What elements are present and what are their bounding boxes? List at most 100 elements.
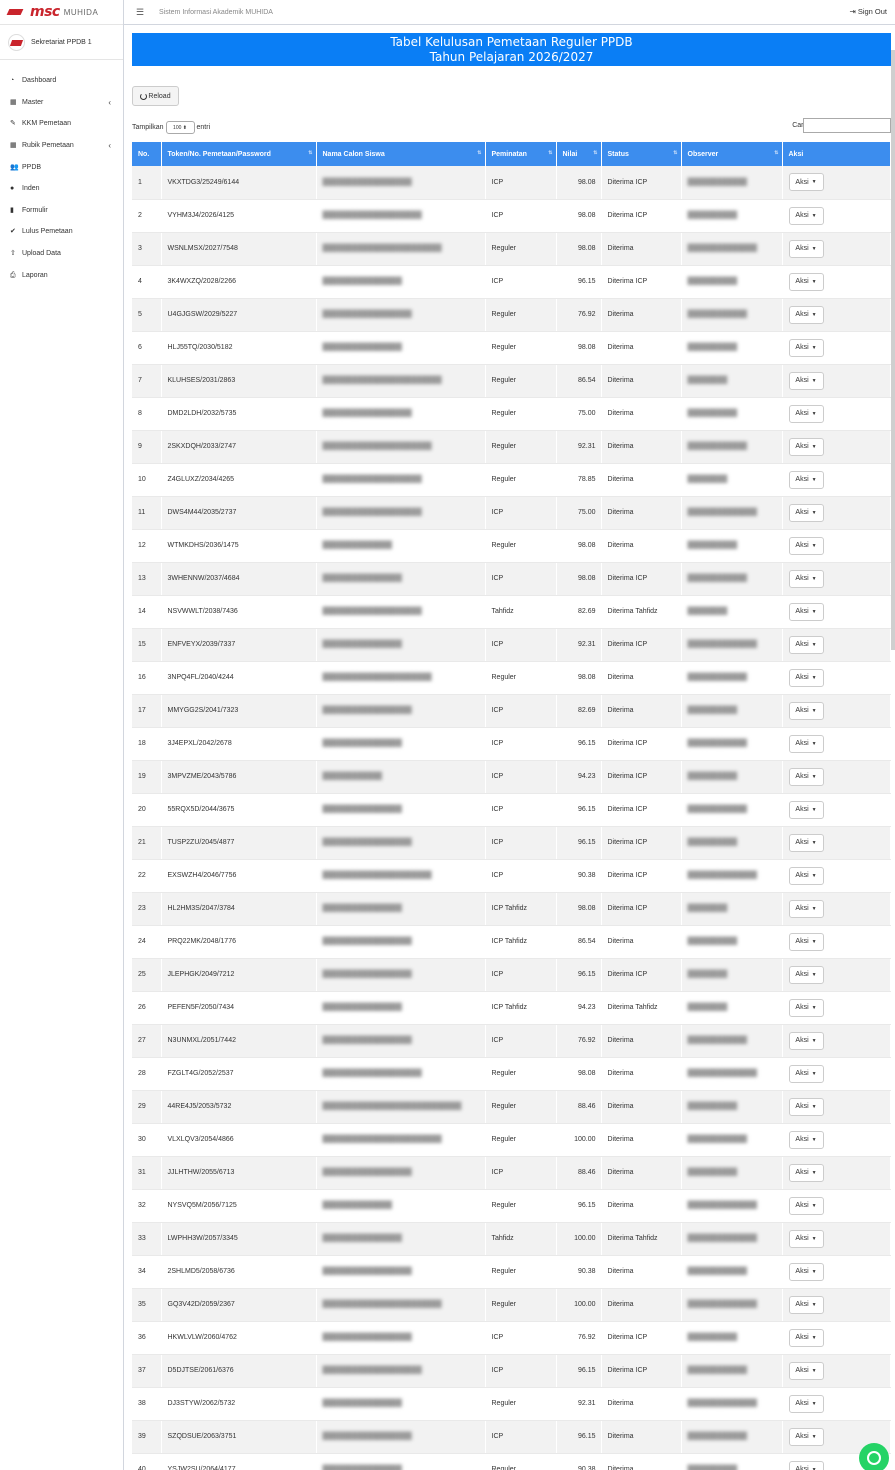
user-panel[interactable]: Sekretariat PPDB 1 bbox=[0, 26, 123, 60]
aksi-dropdown-button[interactable]: Aksi ▼ bbox=[788, 1295, 824, 1314]
aksi-cell: Aksi ▼ bbox=[782, 1057, 891, 1091]
column-header[interactable]: Nilai ⇅ bbox=[556, 142, 602, 166]
peminatan-cell: Reguler bbox=[485, 1189, 557, 1223]
aksi-label: Aksi bbox=[795, 1268, 809, 1275]
search-input[interactable] bbox=[803, 118, 891, 133]
aksi-label: Aksi bbox=[795, 905, 809, 912]
observer-cell: ████████████ bbox=[681, 430, 783, 464]
aksi-dropdown-button[interactable]: Aksi ▼ bbox=[788, 734, 824, 753]
aksi-dropdown-button[interactable]: Aksi ▼ bbox=[788, 272, 824, 291]
aksi-dropdown-button[interactable]: Aksi ▼ bbox=[788, 635, 824, 654]
status-cell: Diterima Tahfidz bbox=[601, 991, 682, 1025]
column-header[interactable]: Observer ⇅ bbox=[681, 142, 783, 166]
token-cell-text: Z4GLUXZ/2034/4265 bbox=[167, 476, 235, 483]
observer-cell: ████████ bbox=[681, 463, 783, 497]
aksi-dropdown-button[interactable]: Aksi ▼ bbox=[788, 569, 824, 588]
aksi-dropdown-button[interactable]: Aksi ▼ bbox=[788, 1097, 824, 1116]
aksi-dropdown-button[interactable]: Aksi ▼ bbox=[788, 668, 824, 687]
peminatan-cell: ICP bbox=[485, 166, 557, 200]
column-header[interactable]: Nama Calon Siswa ⇅ bbox=[316, 142, 486, 166]
aksi-dropdown-button[interactable]: Aksi ▼ bbox=[788, 800, 824, 819]
aksi-dropdown-button[interactable]: Aksi ▼ bbox=[788, 470, 824, 489]
aksi-dropdown-button[interactable]: Aksi ▼ bbox=[788, 1031, 824, 1050]
student-name-cell: ██████████████████ bbox=[316, 1420, 486, 1454]
reload-button[interactable]: Reload bbox=[132, 86, 179, 106]
aksi-dropdown-button[interactable]: Aksi ▼ bbox=[788, 866, 824, 885]
column-header[interactable]: Status ⇅ bbox=[601, 142, 682, 166]
aksi-dropdown-button[interactable]: Aksi ▼ bbox=[788, 1394, 824, 1413]
aksi-dropdown-button[interactable]: Aksi ▼ bbox=[788, 1196, 824, 1215]
aksi-dropdown-button[interactable]: Aksi ▼ bbox=[788, 338, 824, 357]
student-name-cell-text: ██████████████ bbox=[322, 1202, 392, 1209]
student-name-cell-text: ████████████████ bbox=[322, 1466, 402, 1470]
row-number: 18 bbox=[132, 727, 162, 761]
aksi-dropdown-button[interactable]: Aksi ▼ bbox=[788, 701, 824, 720]
row-number: 24 bbox=[132, 925, 162, 959]
sidebar-item-ppdb[interactable]: 👥 PPDB bbox=[0, 156, 123, 178]
status-cell: Diterima bbox=[601, 1255, 682, 1289]
score-cell-text: 96.15 bbox=[577, 806, 596, 813]
aksi-dropdown-button[interactable]: Aksi ▼ bbox=[788, 503, 824, 522]
sidebar-item-dashboard[interactable]: ◔ Dashboard bbox=[0, 70, 123, 92]
aksi-dropdown-button[interactable]: Aksi ▼ bbox=[788, 833, 824, 852]
score-cell-text: 90.38 bbox=[577, 1466, 596, 1470]
score-cell: 96.15 bbox=[556, 1354, 602, 1388]
whatsapp-button[interactable] bbox=[859, 1443, 889, 1470]
aksi-dropdown-button[interactable]: Aksi ▼ bbox=[788, 1328, 824, 1347]
peminatan-cell-text: ICP bbox=[491, 971, 504, 978]
aksi-dropdown-button[interactable]: Aksi ▼ bbox=[788, 1361, 824, 1380]
row-number-text: 3 bbox=[138, 245, 142, 252]
aksi-dropdown-button[interactable]: Aksi ▼ bbox=[788, 371, 824, 390]
sidebar-item-upload-data[interactable]: ⇧ Upload Data bbox=[0, 243, 123, 265]
aksi-dropdown-button[interactable]: Aksi ▼ bbox=[788, 1163, 824, 1182]
aksi-dropdown-button[interactable]: Aksi ▼ bbox=[788, 1064, 824, 1083]
caret-down-icon: ▼ bbox=[811, 575, 817, 582]
sidebar-item-formulir[interactable]: ▮ Formulir bbox=[0, 200, 123, 222]
hamburger-icon[interactable]: ☰ bbox=[136, 7, 146, 18]
aksi-dropdown-button[interactable]: Aksi ▼ bbox=[788, 536, 824, 555]
observer-cell: ██████████ bbox=[681, 397, 783, 431]
aksi-cell: Aksi ▼ bbox=[782, 595, 891, 629]
aksi-dropdown-button[interactable]: Aksi ▼ bbox=[788, 305, 824, 324]
sidebar-item-inden[interactable]: ● Inden bbox=[0, 178, 123, 200]
student-name-cell: ████████████████ bbox=[316, 562, 486, 596]
sort-icon: ⇅ bbox=[308, 150, 312, 156]
aksi-dropdown-button[interactable]: Aksi ▼ bbox=[788, 1229, 824, 1248]
aksi-dropdown-button[interactable]: Aksi ▼ bbox=[788, 1460, 824, 1470]
aksi-dropdown-button[interactable]: Aksi ▼ bbox=[788, 998, 824, 1017]
status-cell: Diterima bbox=[601, 364, 682, 398]
sidebar-item-rubik-pemetaan[interactable]: ▦ Rubik Pemetaan ‹ bbox=[0, 135, 123, 157]
aksi-dropdown-button[interactable]: Aksi ▼ bbox=[788, 965, 824, 984]
student-name-cell-text: ████████████████ bbox=[322, 806, 402, 813]
column-header[interactable]: Peminatan ⇅ bbox=[485, 142, 557, 166]
aksi-dropdown-button[interactable]: Aksi ▼ bbox=[788, 1427, 824, 1446]
column-header[interactable]: No. bbox=[132, 142, 162, 166]
status-cell: Diterima ICP bbox=[601, 628, 682, 662]
aksi-dropdown-button[interactable]: Aksi ▼ bbox=[788, 206, 824, 225]
aksi-dropdown-button[interactable]: Aksi ▼ bbox=[788, 239, 824, 258]
brand[interactable]: msc MUHIDA bbox=[0, 0, 123, 25]
column-header[interactable]: Token/No. Pemetaan/Password ⇅ bbox=[161, 142, 317, 166]
aksi-dropdown-button[interactable]: Aksi ▼ bbox=[788, 767, 824, 786]
sign-out-link[interactable]: ⇥ Sign Out bbox=[849, 7, 887, 16]
score-cell-text: 96.15 bbox=[577, 839, 596, 846]
sidebar-item-master[interactable]: ▦ Master ‹ bbox=[0, 92, 123, 114]
status-cell-text: Diterima Tahfidz bbox=[607, 1004, 658, 1011]
aksi-cell: Aksi ▼ bbox=[782, 958, 891, 992]
aksi-dropdown-button[interactable]: Aksi ▼ bbox=[788, 1130, 824, 1149]
column-header[interactable]: Aksi bbox=[782, 142, 891, 166]
sidebar-item-kkm-pemetaan[interactable]: ✎ KKM Pemetaan bbox=[0, 113, 123, 135]
aksi-dropdown-button[interactable]: Aksi ▼ bbox=[788, 173, 824, 192]
table-row: 7 KLUHSES/2031/2863 ██████████████████████… bbox=[132, 364, 891, 398]
aksi-dropdown-button[interactable]: Aksi ▼ bbox=[788, 1262, 824, 1281]
aksi-dropdown-button[interactable]: Aksi ▼ bbox=[788, 602, 824, 621]
aksi-dropdown-button[interactable]: Aksi ▼ bbox=[788, 404, 824, 423]
scrollbar[interactable] bbox=[891, 50, 895, 650]
aksi-dropdown-button[interactable]: Aksi ▼ bbox=[788, 899, 824, 918]
sidebar-item-laporan[interactable]: ⎙ Laporan bbox=[0, 264, 123, 286]
aksi-dropdown-button[interactable]: Aksi ▼ bbox=[788, 932, 824, 951]
sidebar-item-lulus-pemetaan[interactable]: ✔ Lulus Pemetaan bbox=[0, 221, 123, 243]
token-cell: HL2HM3S/2047/3784 bbox=[161, 892, 317, 926]
page-length-select[interactable]: 100 ⬍ bbox=[165, 121, 195, 134]
aksi-dropdown-button[interactable]: Aksi ▼ bbox=[788, 437, 824, 456]
